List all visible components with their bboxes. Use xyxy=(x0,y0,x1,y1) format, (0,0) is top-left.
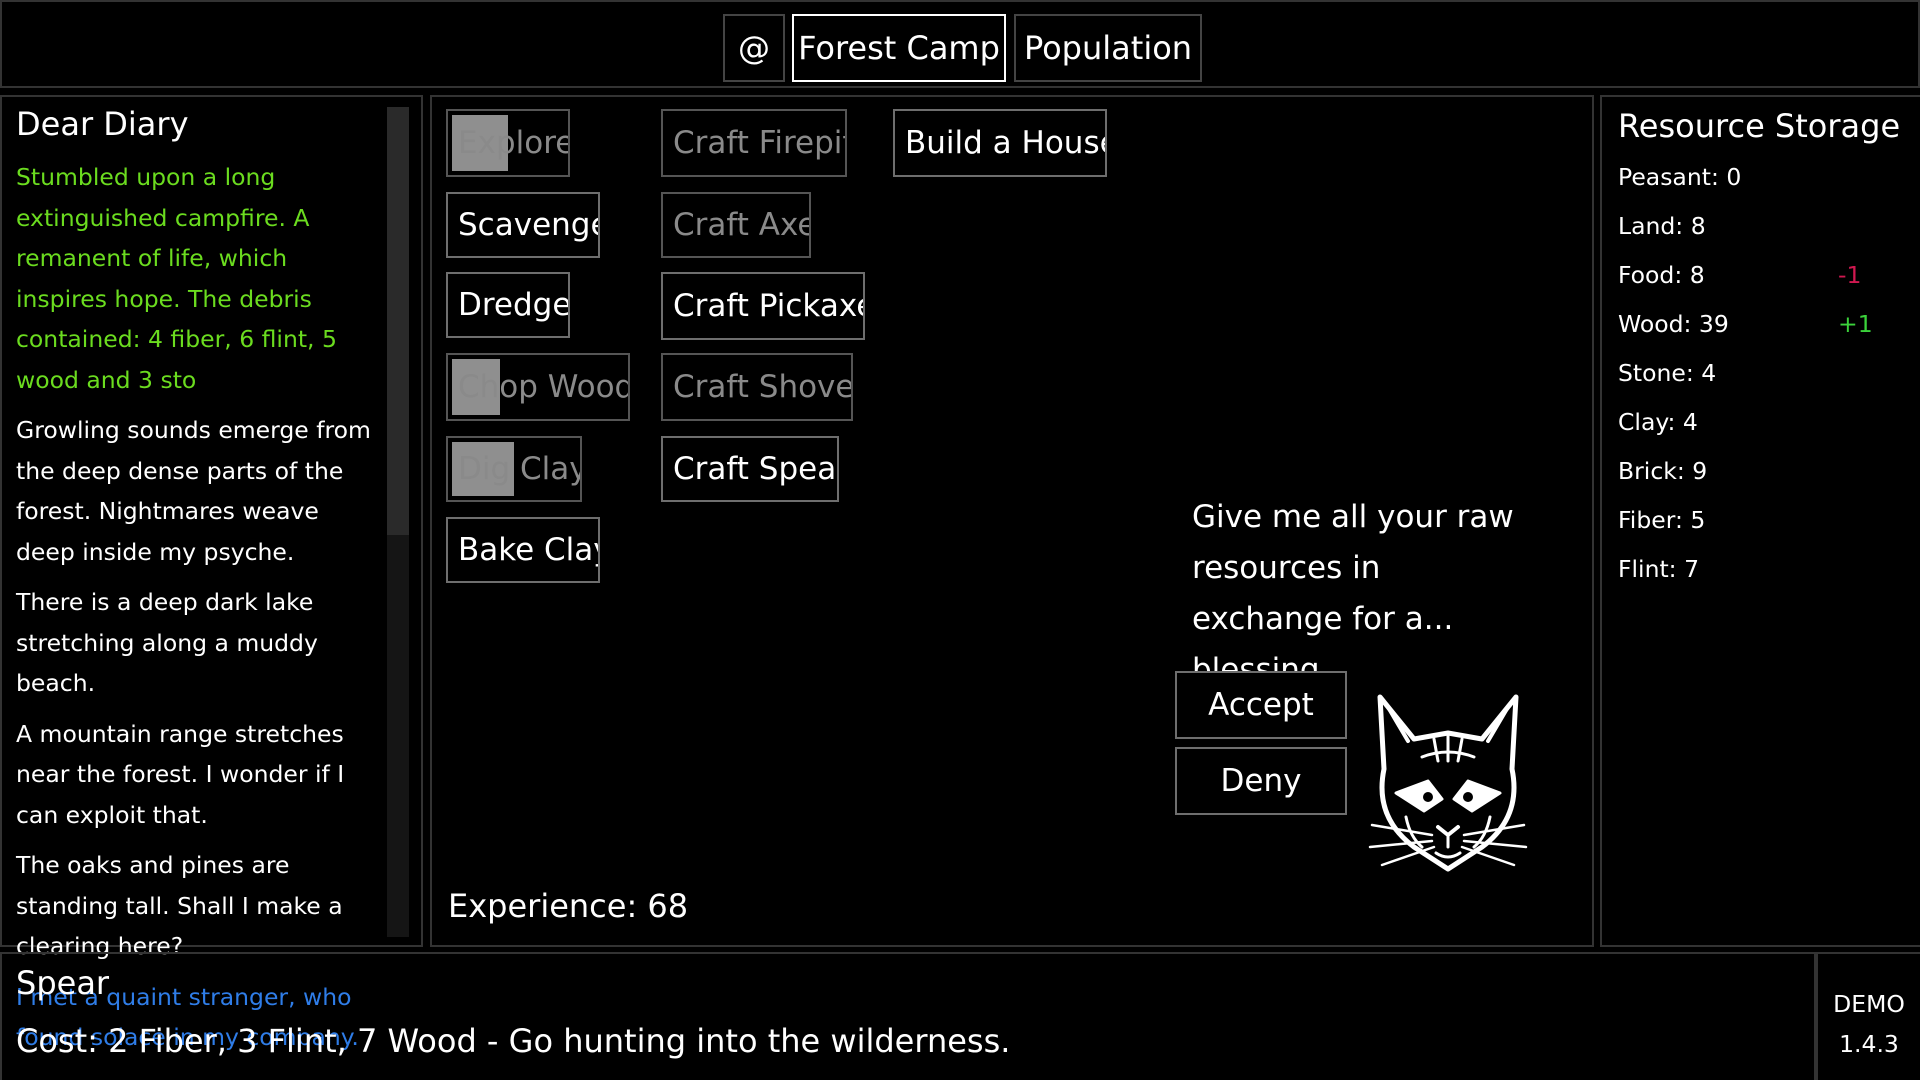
chop-wood-button[interactable]: Chop Wood xyxy=(446,353,630,421)
deny-button[interactable]: Deny xyxy=(1175,747,1347,815)
diary-scrollbar-thumb[interactable] xyxy=(387,107,409,535)
craft-spear-button[interactable]: Craft Spear xyxy=(661,436,839,502)
food-rate: -1 xyxy=(1838,261,1862,289)
experience-counter: Experience: 68 xyxy=(448,887,689,925)
craft-axe-button[interactable]: Craft Axe xyxy=(661,192,811,258)
cat-stranger-icon xyxy=(1368,694,1528,872)
resource-fiber: Fiber: 5 xyxy=(1618,506,1706,534)
item-info-panel: Spear Cost: 2 Fiber, 3 Flint, 7 Wood - G… xyxy=(0,952,1816,1080)
explore-button[interactable]: Explore xyxy=(446,109,570,177)
actions-panel: Explore Scavenge Dredge Chop Wood Dig Cl… xyxy=(430,95,1594,947)
version-panel: DEMO 1.4.3 xyxy=(1816,952,1920,1080)
diary-entry: There is a deep dark lake stretching alo… xyxy=(16,588,318,697)
tab-forest-camp[interactable]: Forest Camp xyxy=(792,14,1006,82)
resource-brick: Brick: 9 xyxy=(1618,457,1708,485)
stranger-offer-text: Give me all your raw resources in exchan… xyxy=(1192,499,1514,688)
top-bar: @ Forest Camp Population xyxy=(0,0,1920,88)
resource-clay: Clay: 4 xyxy=(1618,408,1698,436)
resource-peasant: Peasant: 0 xyxy=(1618,163,1742,191)
resource-land: Land: 8 xyxy=(1618,212,1706,240)
accept-button[interactable]: Accept xyxy=(1175,671,1347,739)
diary-entry: Stumbled upon a long extinguished campfi… xyxy=(16,163,337,394)
diary-panel: Dear Diary Stumbled upon a long extingui… xyxy=(0,95,423,1051)
scavenge-button[interactable]: Scavenge xyxy=(446,192,600,258)
craft-pickaxe-button[interactable]: Craft Pickaxe xyxy=(661,272,865,340)
resource-wood: Wood: 39 +1 xyxy=(1618,310,1873,338)
resource-storage-panel: Resource Storage Peasant: 0 Land: 8 Food… xyxy=(1600,95,1920,947)
version-number: 1.4.3 xyxy=(1839,1030,1899,1058)
wood-rate: +1 xyxy=(1838,310,1873,338)
craft-shovel-button[interactable]: Craft Shovel xyxy=(661,353,853,421)
bake-clay-button[interactable]: Bake Clay xyxy=(446,517,600,583)
diary-entry: Growling sounds emerge from the deep den… xyxy=(16,416,371,566)
diary-entry: A mountain range stretches near the fore… xyxy=(16,719,345,829)
dig-clay-button[interactable]: Dig Clay xyxy=(446,436,582,502)
build-house-button[interactable]: Build a House xyxy=(893,109,1107,177)
dredge-button[interactable]: Dredge xyxy=(446,272,570,338)
craft-firepit-button[interactable]: Craft Firepit xyxy=(661,109,847,177)
resource-stone: Stone: 4 xyxy=(1618,359,1717,387)
item-info-description: Cost: 2 Fiber, 3 Flint, 7 Wood - Go hunt… xyxy=(16,1022,1011,1060)
resource-storage-title: Resource Storage xyxy=(1618,107,1901,145)
demo-label: DEMO xyxy=(1833,990,1905,1018)
item-info-title: Spear xyxy=(16,964,110,1002)
diary-entry: The oaks and pines are standing tall. Sh… xyxy=(16,851,343,960)
resource-flint: Flint: 7 xyxy=(1618,555,1700,583)
diary-scrollbar[interactable] xyxy=(387,107,409,937)
tab-at[interactable]: @ xyxy=(723,14,785,82)
tab-population[interactable]: Population xyxy=(1014,14,1202,82)
diary-title: Dear Diary xyxy=(16,105,189,143)
diary-log: Stumbled upon a long extinguished campfi… xyxy=(16,157,376,1068)
resource-food: Food: 8 -1 xyxy=(1618,261,1862,289)
